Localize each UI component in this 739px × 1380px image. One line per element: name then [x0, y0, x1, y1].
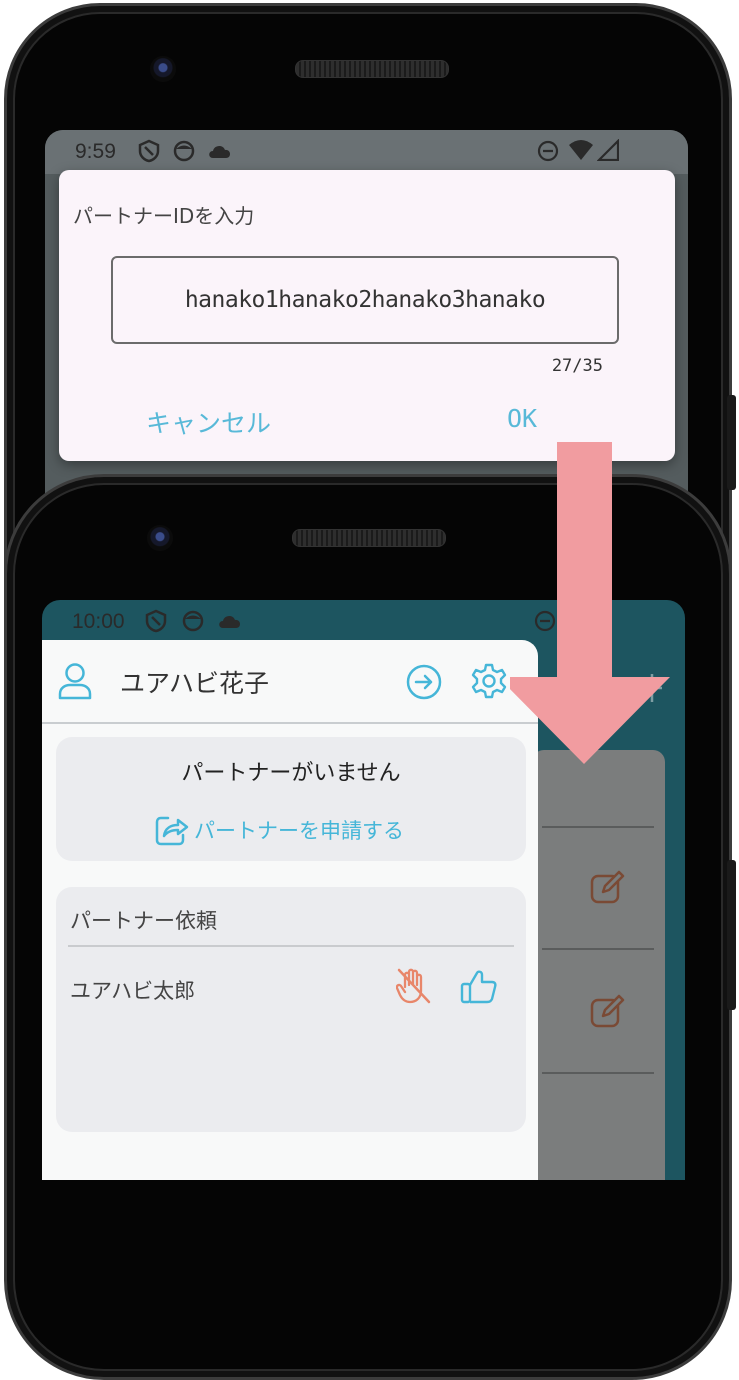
panel-header: ユアハビ花子	[42, 640, 538, 724]
logout-icon[interactable]	[406, 664, 442, 700]
no-partner-text: パートナーがいません	[181, 761, 401, 786]
face-icon	[182, 610, 204, 632]
earpiece-speaker	[295, 60, 449, 78]
cloud-icon	[209, 145, 231, 158]
user-name: ユアハビ花子	[120, 669, 270, 698]
background-list	[532, 750, 665, 1180]
wifi-icon	[569, 140, 593, 160]
face-icon	[173, 140, 195, 162]
status-time: 10:00	[72, 610, 125, 633]
partner-id-dialog: パートナーIDを入力 hanako1hanako2hanako3hanako 2…	[59, 170, 675, 461]
settings-icon[interactable]	[470, 662, 508, 700]
share-icon	[155, 816, 189, 846]
partner-id-input[interactable]: hanako1hanako2hanako3hanako	[111, 256, 619, 344]
dnd-icon	[537, 140, 559, 162]
requests-divider	[68, 945, 514, 947]
cloud-icon	[219, 615, 241, 628]
thumbs-up-icon[interactable]	[460, 969, 498, 1005]
apply-partner-label: パートナーを申請する	[194, 819, 404, 843]
reject-hand-icon[interactable]	[396, 967, 432, 1005]
background-divider	[542, 948, 654, 950]
cancel-button[interactable]: キャンセル	[146, 404, 271, 440]
front-camera	[147, 525, 173, 551]
phone-side-button	[727, 395, 736, 490]
requests-title: パートナー依頼	[70, 909, 217, 933]
dialog-title: パートナーIDを入力	[73, 204, 255, 228]
background-divider	[542, 1072, 654, 1074]
status-time: 9:59	[75, 140, 116, 163]
requester-name: ユアハビ太郎	[70, 979, 196, 1003]
edit-icon	[590, 870, 625, 904]
partner-panel: ユアハビ花子 パートナーがいません パートナーを申請する パートナー依頼 ユアハ…	[42, 640, 538, 1180]
shield-icon	[145, 609, 167, 633]
earpiece-speaker	[292, 529, 446, 547]
partner-requests-card: パートナー依頼 ユアハビ太郎	[56, 887, 526, 1132]
user-icon	[58, 663, 92, 700]
transition-arrow	[510, 442, 670, 764]
character-counter: 27/35	[551, 356, 603, 376]
partner-status-card: パートナーがいません パートナーを申請する	[56, 737, 526, 861]
ok-button[interactable]: OK	[507, 404, 537, 433]
front-camera	[150, 56, 176, 82]
status-bar: 9:59	[45, 130, 688, 174]
edit-icon	[590, 994, 625, 1028]
background-divider	[542, 826, 654, 828]
shield-icon	[138, 139, 160, 163]
phone-side-button	[727, 860, 736, 1010]
signal-icon	[597, 139, 619, 161]
apply-partner-link[interactable]: パートナーを申請する	[154, 813, 404, 847]
